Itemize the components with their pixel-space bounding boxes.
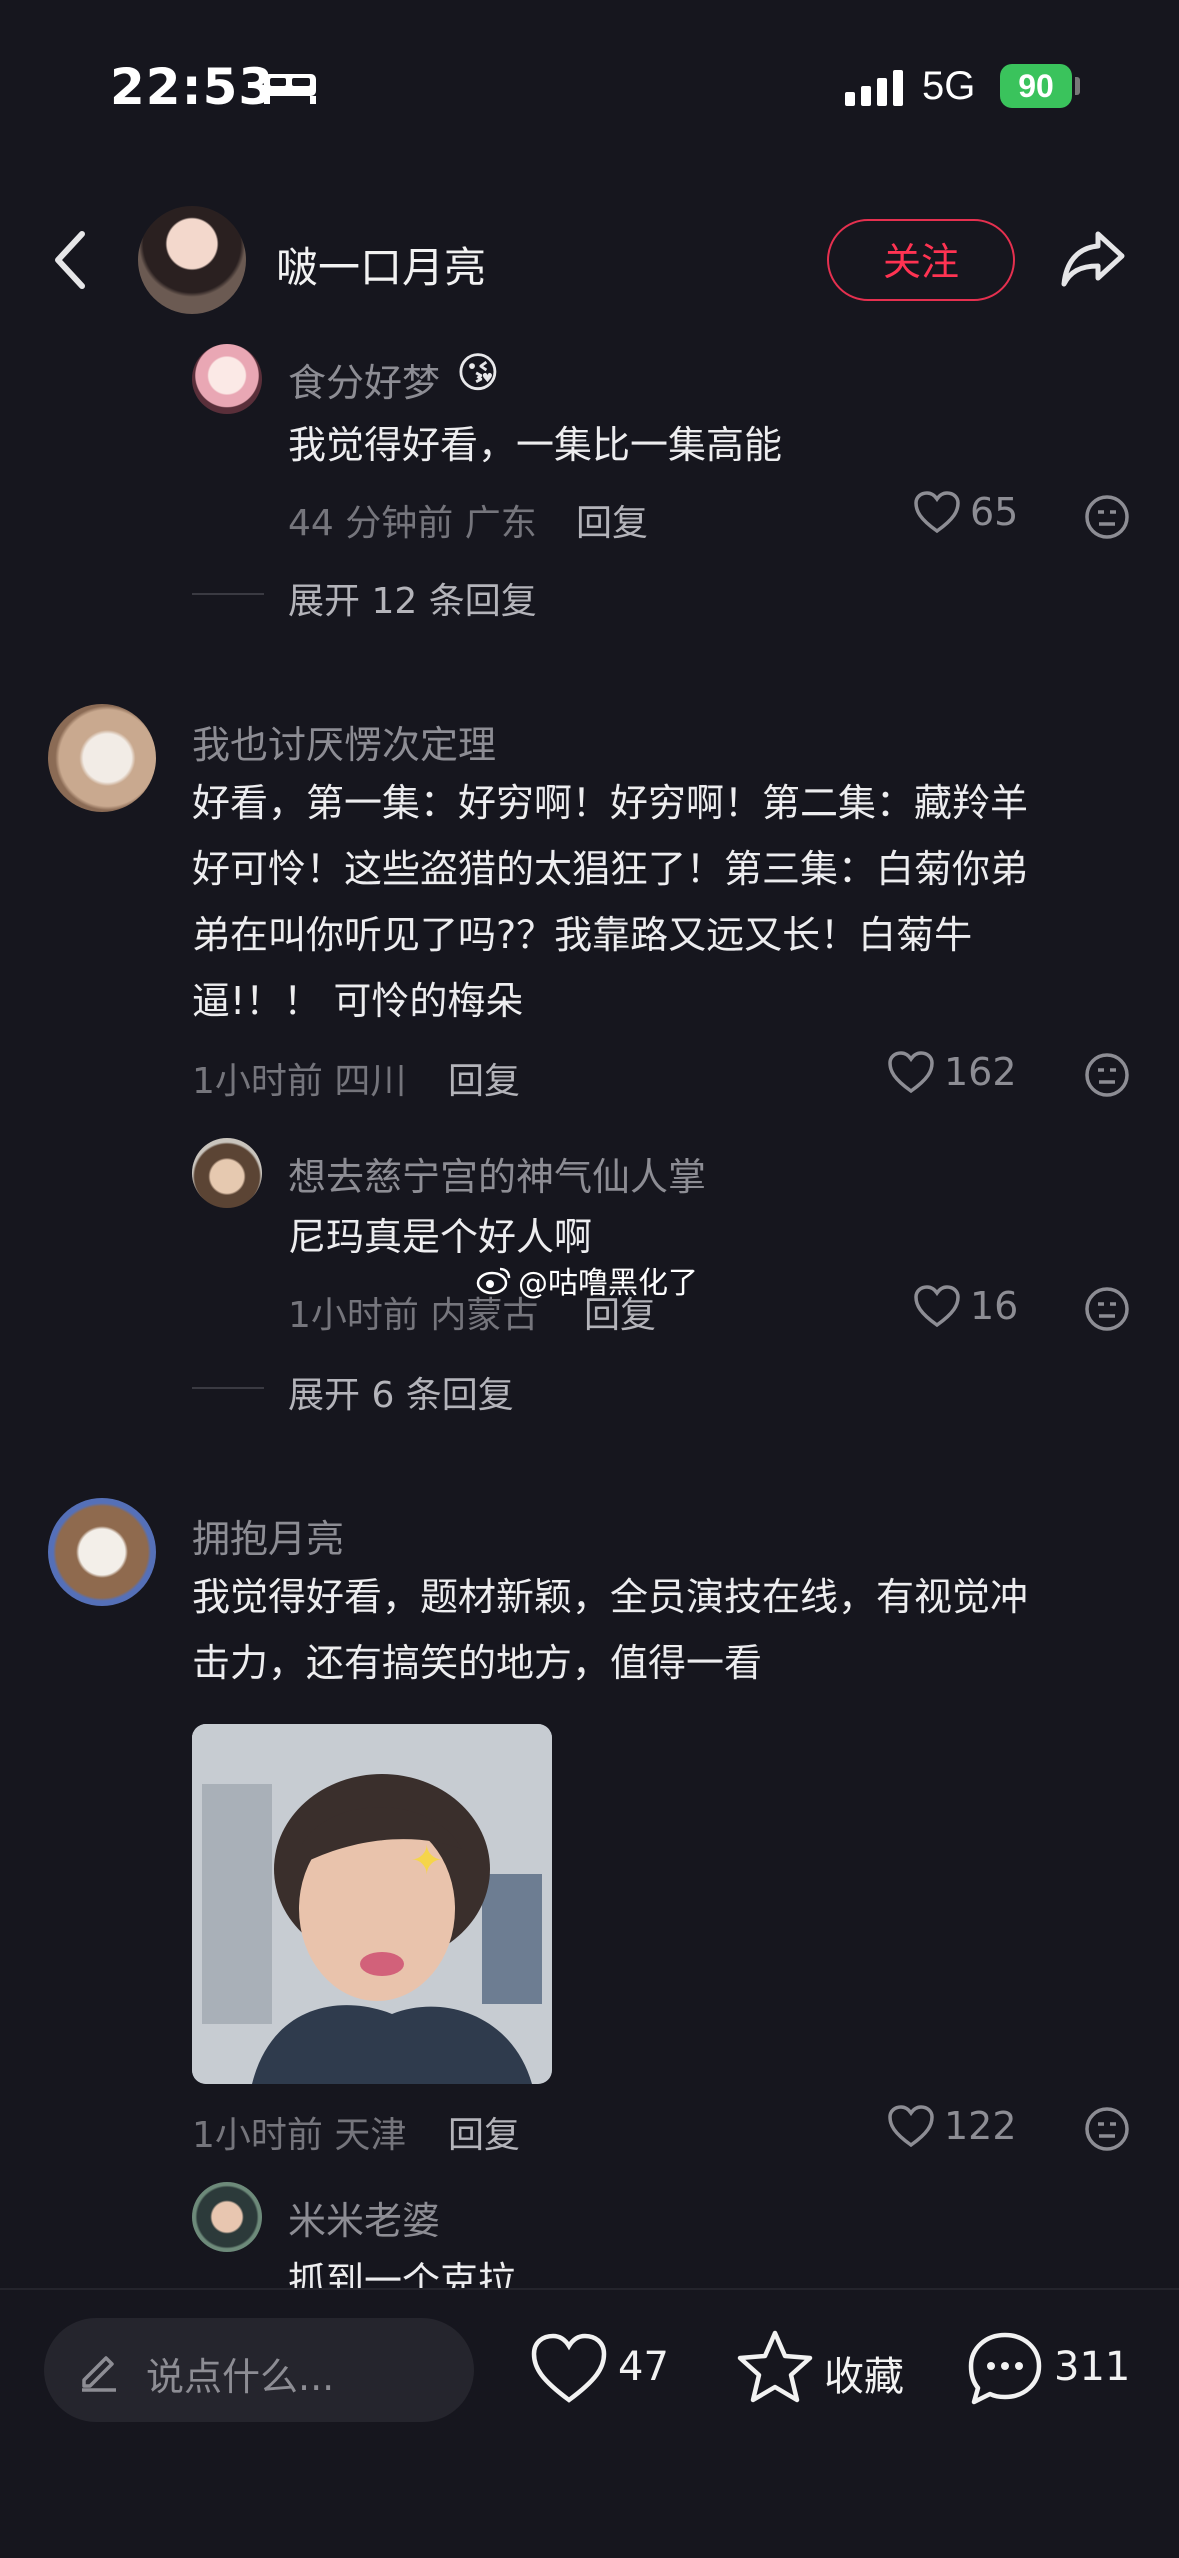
expand-divider [192, 1387, 264, 1389]
sticker-photo: ✦ [192, 1724, 552, 2084]
dislike-face-icon[interactable] [1084, 494, 1130, 540]
expand-replies-button[interactable]: 展开 6 条回复 [288, 1366, 514, 1418]
like-button[interactable]: 162 [888, 1050, 1017, 1094]
weibo-logo-icon [476, 1267, 511, 1295]
like-button[interactable]: 65 [914, 490, 1018, 534]
network-type: 5G [922, 64, 976, 108]
comment-text: 我觉得好看，一集比一集高能 [288, 423, 783, 467]
comment-input-placeholder[interactable]: 说点什么... [146, 2346, 334, 2401]
sleep-bed-icon [264, 74, 316, 104]
heart-icon [888, 2105, 934, 2147]
back-arrow-icon[interactable] [50, 228, 90, 292]
cellular-signal-icon [845, 70, 903, 106]
comment-line: 弟在叫你听见了吗?？我靠路又远又长！白菊牛 [192, 913, 973, 957]
like-count: 16 [970, 1284, 1019, 1328]
kiss-emoji: 😘 [456, 348, 500, 397]
like-heart-icon[interactable] [530, 2330, 608, 2408]
comment-bubble-icon[interactable] [966, 2330, 1044, 2408]
like-count: 122 [944, 2104, 1017, 2148]
reply-button[interactable]: 回复 [448, 2106, 520, 2158]
comment-line: 逼!！！ 可怜的梅朵 [192, 979, 524, 1023]
watermark-text: @咕噜黑化了 [518, 1266, 698, 1301]
weibo-watermark: @咕噜黑化了 [476, 1258, 698, 1302]
status-time: 22:53 [110, 58, 275, 116]
comment-text: 好看，第一集：好穷啊！好穷啊！第二集：藏羚羊 好可怜！这些盗猎的太猖狂了！第三集… [192, 770, 1028, 1034]
heart-icon [914, 491, 960, 533]
comment-line: 击力，还有搞笑的地方，值得一看 [192, 1641, 763, 1685]
comment-line: 我觉得好看，题材新颖，全员演技在线，有视觉冲 [192, 1575, 1029, 1619]
heart-icon [888, 1051, 934, 1093]
svg-text:✦: ✦ [410, 1838, 444, 1884]
reply-button[interactable]: 回复 [448, 1052, 520, 1104]
comment-meta: 44 分钟前 广东 [288, 503, 537, 544]
comment-image[interactable]: ✦ [192, 1724, 552, 2084]
commenter-avatar[interactable] [192, 1138, 262, 1208]
commenter-name[interactable]: 米米老婆 [288, 2190, 440, 2245]
commenter-avatar[interactable] [48, 1498, 156, 1606]
collect-label[interactable]: 收藏 [824, 2344, 904, 2402]
commenter-name[interactable]: 想去慈宁宫的神气仙人掌 [288, 1146, 706, 1201]
star-collect-icon[interactable] [736, 2328, 814, 2406]
author-name[interactable]: 啵一口月亮 [276, 234, 486, 295]
commenter-name[interactable]: 我也讨厌愣次定理 [192, 714, 496, 769]
comment-text: 我觉得好看，题材新颖，全员演技在线，有视觉冲 击力，还有搞笑的地方，值得一看 [192, 1564, 1028, 1696]
commenter-name[interactable]: 食分好梦 [288, 352, 440, 407]
battery-tip [1075, 77, 1080, 95]
follow-button[interactable]: 关注 [827, 219, 1015, 301]
author-avatar[interactable] [138, 206, 246, 314]
battery-indicator: 90 [1000, 64, 1072, 108]
like-button[interactable]: 16 [914, 1284, 1018, 1328]
like-count: 65 [970, 490, 1019, 534]
commenter-name[interactable]: 拥抱月亮 [192, 1508, 344, 1563]
expand-divider [192, 593, 264, 595]
expand-replies-button[interactable]: 展开 12 条回复 [288, 572, 537, 624]
pen-icon [82, 2356, 116, 2392]
like-count: 162 [944, 1050, 1017, 1094]
heart-icon [914, 1285, 960, 1327]
comment-meta: 1小时前 四川 [192, 1061, 407, 1102]
dislike-face-icon[interactable] [1084, 1286, 1130, 1332]
like-button[interactable]: 122 [888, 2104, 1017, 2148]
comment-line: 好看，第一集：好穷啊！好穷啊！第二集：藏羚羊 [192, 781, 1029, 825]
share-icon[interactable] [1058, 226, 1128, 290]
commenter-avatar[interactable] [192, 344, 262, 414]
comment-count: 311 [1054, 2344, 1131, 2390]
dislike-face-icon[interactable] [1084, 2106, 1130, 2152]
dislike-face-icon[interactable] [1084, 1052, 1130, 1098]
comment-meta: 1小时前 天津 [192, 2115, 407, 2156]
commenter-avatar[interactable] [48, 704, 156, 812]
comment-line: 好可怜！这些盗猎的太猖狂了！第三集：白菊你弟 [192, 847, 1029, 891]
commenter-avatar[interactable] [192, 2182, 262, 2252]
post-like-count: 47 [618, 2344, 669, 2390]
reply-button[interactable]: 回复 [576, 494, 648, 546]
